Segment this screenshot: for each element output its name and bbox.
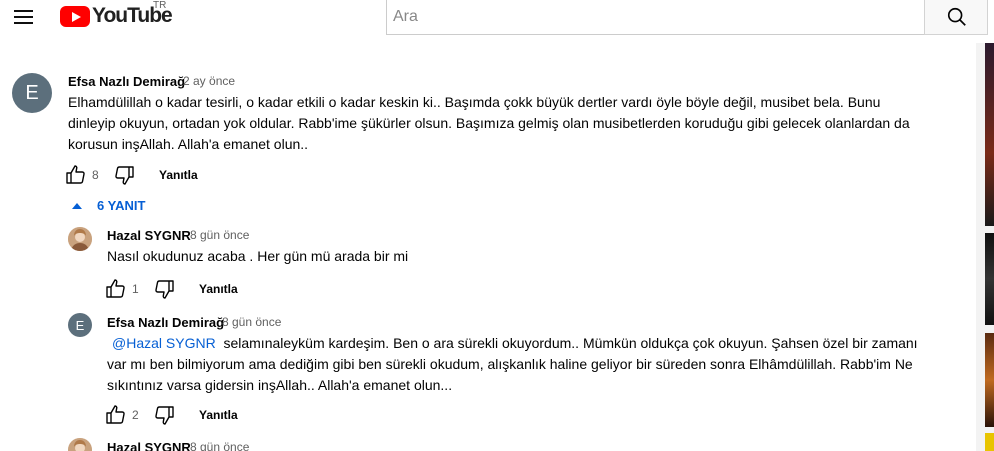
dislike-icon[interactable] (152, 403, 176, 427)
reply-time[interactable]: 8 gün önce (190, 228, 249, 242)
menu-icon[interactable] (10, 7, 38, 27)
mention-link[interactable]: @Hazal SYGNR (112, 335, 216, 351)
country-code: TR (153, 0, 167, 11)
related-video-thumbnail[interactable] (985, 233, 994, 325)
comment-text: Elhamdülillah o kadar tesirli, o kadar e… (68, 94, 910, 152)
replies-count-label: 6 YANIT (97, 198, 146, 213)
user-photo-icon (68, 438, 92, 451)
play-icon (60, 5, 90, 27)
dislike-icon[interactable] (152, 277, 176, 301)
top-bar: YouTube TR (0, 0, 994, 43)
search-icon (947, 7, 966, 26)
avatar[interactable]: E (12, 73, 52, 113)
avatar[interactable]: E (68, 313, 92, 337)
reply-time[interactable]: 8 gün önce (190, 440, 249, 451)
reply-author[interactable]: Hazal SYGNR (107, 228, 191, 243)
search-button[interactable] (924, 0, 988, 35)
reply-text: @Hazal SYGNR selamınaleyküm kardeşim. Be… (107, 333, 927, 396)
comment-author[interactable]: Efsa Nazlı Demirağ (68, 74, 185, 89)
dislike-icon[interactable] (112, 163, 136, 187)
comment-time[interactable]: 2 ay önce (183, 74, 235, 88)
avatar-letter: E (75, 317, 85, 333)
reply-time[interactable]: 8 gün önce (222, 315, 281, 329)
hide-replies-button[interactable]: 6 YANIT (72, 198, 145, 213)
like-icon[interactable] (104, 277, 128, 301)
like-count: 2 (132, 408, 139, 422)
reply-text: Nasıl okudunuz acaba . Her gün mü arada … (107, 248, 409, 264)
reply-author[interactable]: Hazal SYGNR (107, 440, 191, 451)
reply-button[interactable]: Yanıtla (159, 168, 198, 182)
avatar[interactable] (68, 438, 92, 451)
like-icon[interactable] (64, 163, 88, 187)
search-box[interactable] (386, 0, 925, 35)
like-count: 8 (92, 168, 99, 182)
reply-author[interactable]: Efsa Nazlı Demirağ (107, 315, 224, 330)
reply-button[interactable]: Yanıtla (199, 408, 238, 422)
like-icon[interactable] (104, 403, 128, 427)
reply-button[interactable]: Yanıtla (199, 282, 238, 296)
search-input[interactable] (387, 0, 925, 34)
chevron-up-icon (72, 202, 82, 209)
related-video-thumbnail[interactable] (985, 333, 994, 427)
related-video-thumbnail[interactable] (985, 433, 994, 451)
reply-body: selamınaleyküm kardeşim. Ben o ara sürek… (107, 335, 922, 393)
like-count: 1 (132, 282, 139, 296)
related-video-thumbnail[interactable] (985, 43, 994, 226)
avatar-letter: E (25, 81, 39, 104)
user-photo-icon (68, 227, 92, 251)
avatar[interactable] (68, 227, 92, 251)
